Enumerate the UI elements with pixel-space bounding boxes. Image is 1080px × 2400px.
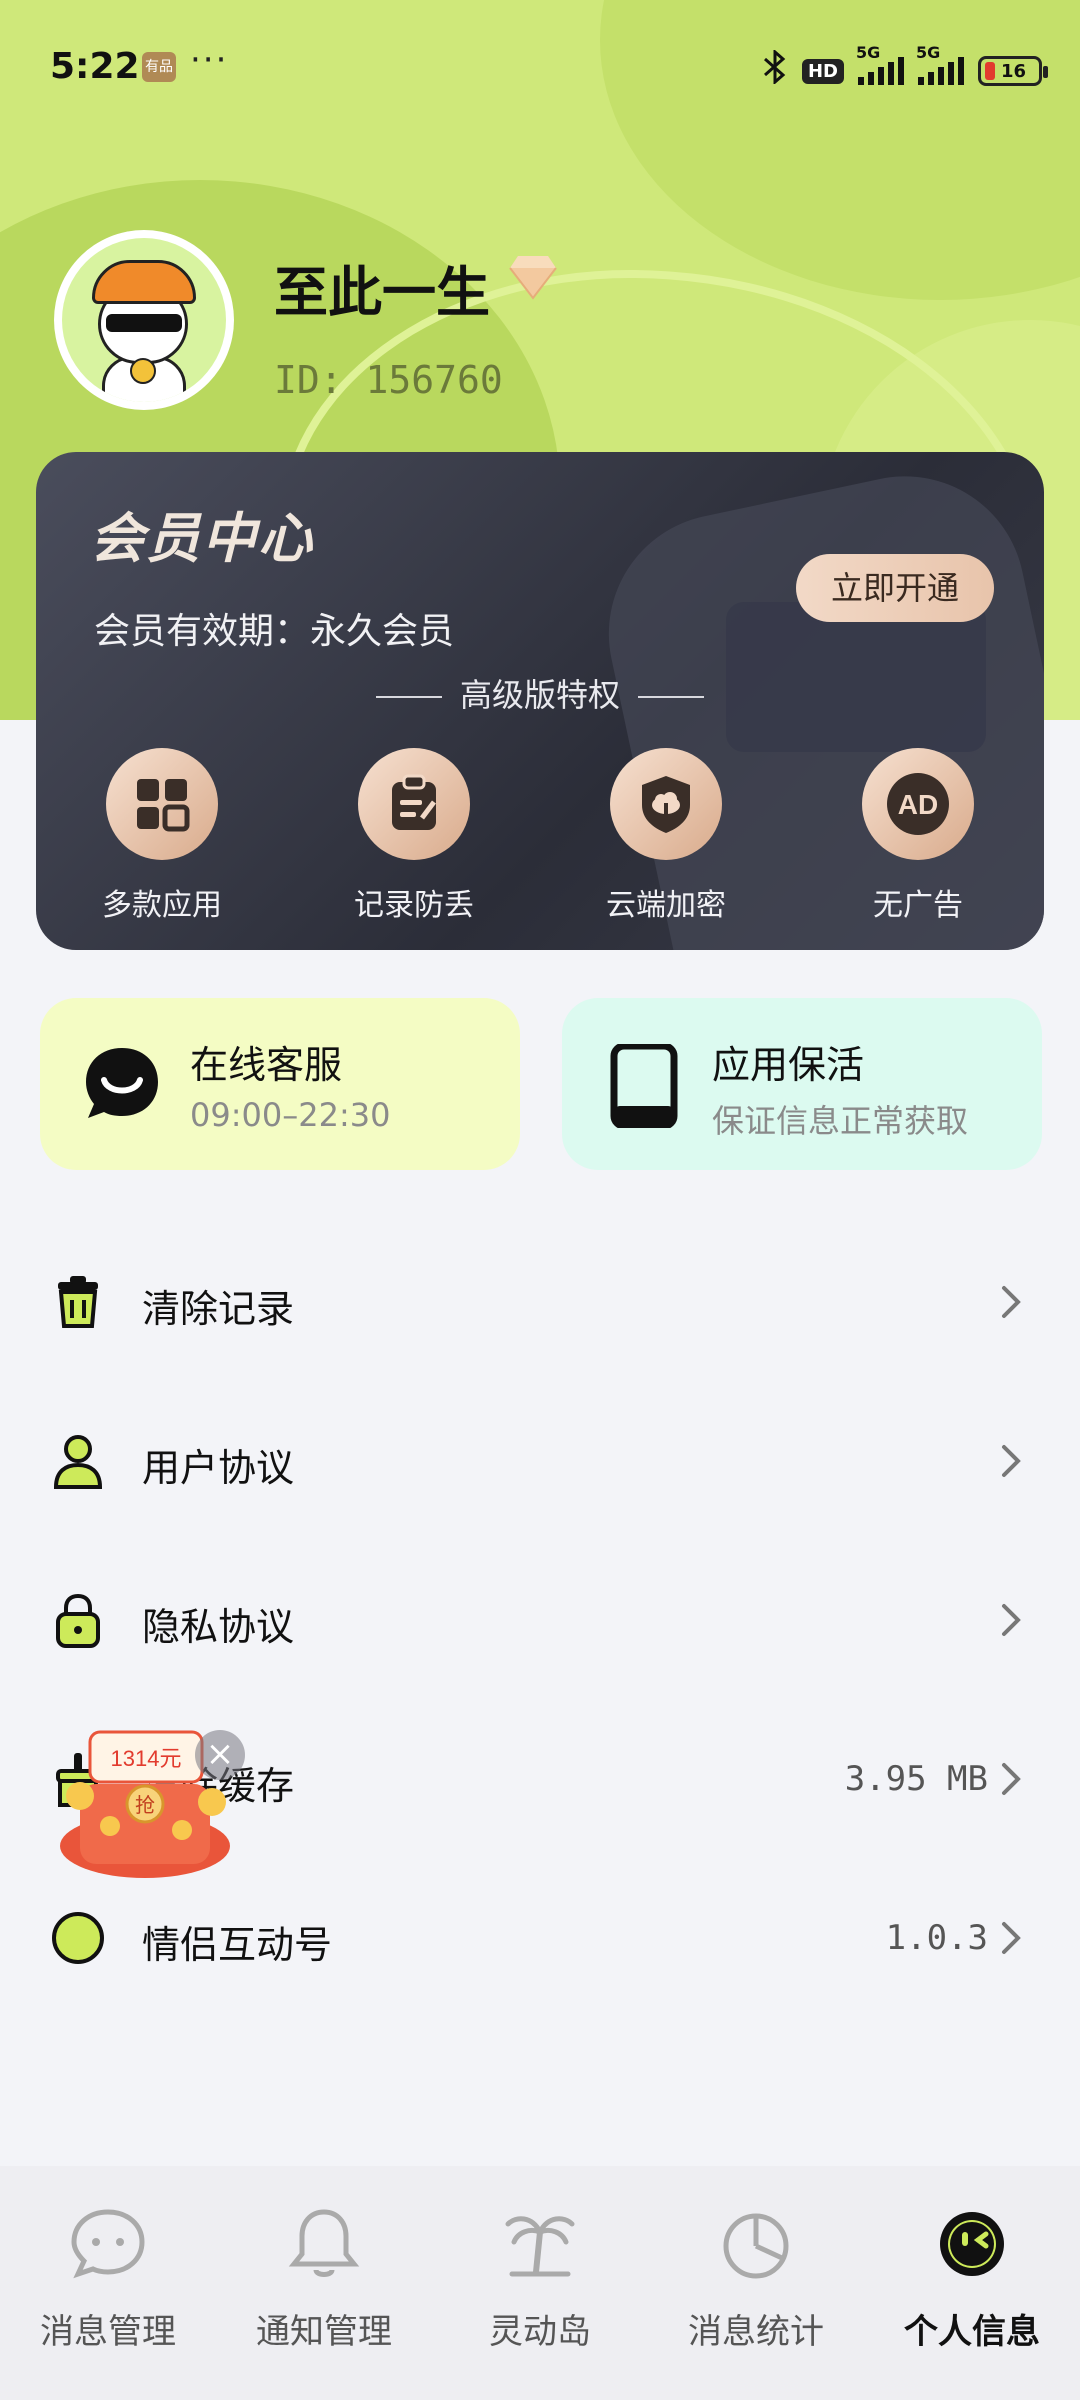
bluetooth-icon xyxy=(762,48,788,92)
perk-label: 多款应用 xyxy=(102,888,222,923)
chevron-right-icon xyxy=(1002,1763,1021,1795)
signal-icon: 5G xyxy=(856,43,904,85)
member-center-title: 会员中心 xyxy=(90,507,314,570)
perk-cloud-encryption[interactable]: 云端加密 xyxy=(540,748,792,924)
tab-label: 个人信息 xyxy=(904,2312,1040,2352)
online-support-hours: 09:00–22:30 xyxy=(190,1096,391,1134)
ad-icon: AD xyxy=(862,748,974,860)
tab-label: 通知管理 xyxy=(256,2312,392,2352)
perk-label: 无广告 xyxy=(873,888,963,923)
cloud-shield-icon xyxy=(610,748,722,860)
menu-label: 用户协议 xyxy=(142,1446,295,1490)
tab-notification-management[interactable]: 通知管理 xyxy=(216,2166,432,2400)
tablet-icon xyxy=(610,1044,678,1128)
app-keepalive-card[interactable]: 应用保活 保证信息正常获取 xyxy=(562,998,1042,1170)
tab-label: 灵动岛 xyxy=(489,2312,591,2352)
tab-message-management[interactable]: 消息管理 xyxy=(0,2166,216,2400)
perk-label: 云端加密 xyxy=(606,888,726,923)
signal-icon: 5G xyxy=(916,43,964,85)
user-id: ID: 156760 xyxy=(274,358,503,402)
menu-label: 清除记录 xyxy=(142,1287,295,1331)
close-ad-button[interactable]: × xyxy=(195,1730,245,1780)
status-time: 5:22 xyxy=(50,46,140,87)
page-background xyxy=(0,720,1080,2400)
trash-icon xyxy=(58,1276,98,1328)
avatar[interactable] xyxy=(54,230,234,410)
menu-app-version[interactable]: 情侣互动号 1.0.3 xyxy=(0,1884,1080,1994)
chevron-right-icon xyxy=(1002,1286,1021,1318)
status-bar: 5:22 有品 ··· HD 5G 5G 16 xyxy=(0,0,1080,140)
pie-chart-icon xyxy=(723,2213,789,2279)
cache-size: 3.95 MB xyxy=(844,1759,988,1799)
svg-text:1314元: 1314元 xyxy=(111,1746,182,1771)
diamond-icon xyxy=(509,256,557,300)
menu-privacy-policy[interactable]: 隐私协议 xyxy=(0,1566,1080,1676)
status-icons: HD 5G 5G 16 xyxy=(762,43,1048,92)
perk-record-backup[interactable]: 记录防丢 xyxy=(288,748,540,924)
svg-text:抢: 抢 xyxy=(135,1794,155,1817)
tab-message-statistics[interactable]: 消息统计 xyxy=(648,2166,864,2400)
premium-perks-heading: 高级版特权 xyxy=(36,670,1044,716)
tab-label: 消息统计 xyxy=(688,2312,824,2352)
online-support-card[interactable]: 在线客服 09:00–22:30 xyxy=(40,998,520,1170)
member-validity: 会员有效期：永久会员 xyxy=(94,611,455,652)
svg-text:AD: AD xyxy=(898,789,938,820)
app-keepalive-title: 应用保活 xyxy=(712,1043,865,1087)
perk-multi-apps[interactable]: 多款应用 xyxy=(36,748,288,924)
perk-no-ads[interactable]: AD 无广告 xyxy=(792,748,1044,924)
tab-label: 消息管理 xyxy=(40,2312,176,2352)
menu-label: 情侣互动号 xyxy=(142,1923,333,1967)
battery-icon: 16 xyxy=(978,56,1048,86)
activate-now-button[interactable]: 立即开通 xyxy=(796,554,994,622)
menu-user-agreement[interactable]: 用户协议 xyxy=(0,1407,1080,1517)
perk-label: 记录防丢 xyxy=(354,888,474,923)
clipboard-edit-icon xyxy=(358,748,470,860)
member-center-card[interactable]: 会员中心 会员有效期：永久会员 立即开通 高级版特权 多款应用 记录防丢 云端加… xyxy=(36,452,1044,950)
username: 至此一生 xyxy=(274,261,490,324)
palm-island-icon xyxy=(505,2216,575,2277)
grid-apps-icon xyxy=(106,748,218,860)
bottom-tab-bar: 消息管理 通知管理 灵动岛 消息统计 个人信息 xyxy=(0,2166,1080,2400)
chevron-right-icon xyxy=(1002,1604,1021,1636)
message-icon xyxy=(71,2209,145,2279)
chevron-right-icon xyxy=(1002,1922,1021,1954)
menu-clear-records[interactable]: 清除记录 xyxy=(0,1248,1080,1358)
lock-icon xyxy=(56,1593,100,1648)
app-notification-icon: 有品 xyxy=(142,52,176,82)
bell-icon xyxy=(288,2209,360,2277)
chat-bubble-icon xyxy=(86,1048,158,1118)
app-keepalive-subtitle: 保证信息正常获取 xyxy=(712,1102,969,1140)
perks-row: 多款应用 记录防丢 云端加密 AD 无广告 xyxy=(36,748,1044,924)
face-icon xyxy=(940,2212,1004,2276)
info-icon xyxy=(52,1912,104,1964)
menu-label: 隐私协议 xyxy=(142,1605,295,1649)
tab-dynamic-island[interactable]: 灵动岛 xyxy=(432,2166,648,2400)
chevron-right-icon xyxy=(1002,1445,1021,1477)
hd-voice-icon: HD xyxy=(801,58,844,84)
user-icon xyxy=(53,1435,103,1489)
tab-personal-info[interactable]: 个人信息 xyxy=(864,2166,1080,2400)
more-notifications-icon: ··· xyxy=(190,40,229,80)
online-support-title: 在线客服 xyxy=(190,1043,343,1087)
app-version: 1.0.3 xyxy=(885,1918,988,1958)
